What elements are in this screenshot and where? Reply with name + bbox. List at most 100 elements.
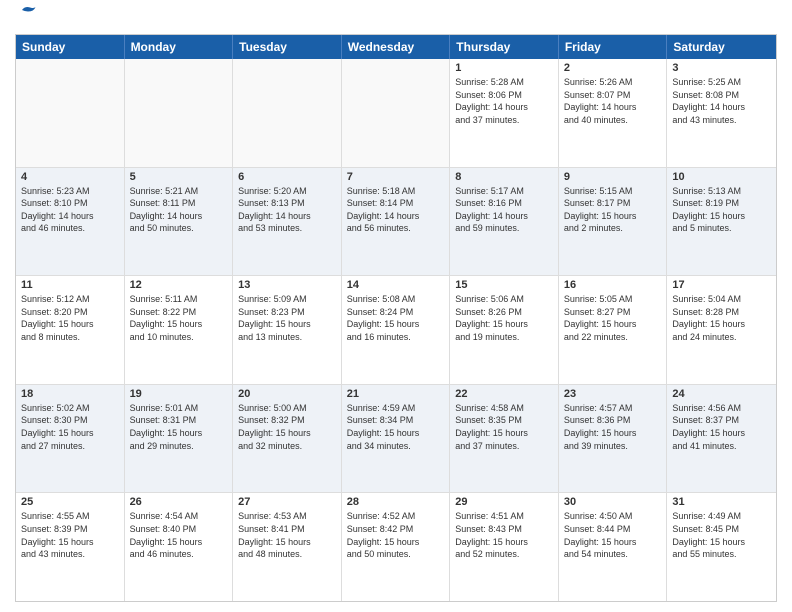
logo-general	[15, 10, 39, 26]
calendar-cell: 26 Sunrise: 4:54 AM Sunset: 8:40 PM Dayli…	[125, 493, 234, 601]
calendar-cell: 14 Sunrise: 5:08 AM Sunset: 8:24 PM Dayli…	[342, 276, 451, 384]
calendar-cell: 16Sunrise: 5:05 AM Sunset: 8:27 PM Dayli…	[559, 276, 668, 384]
weekday-header-thursday: Thursday	[450, 35, 559, 59]
day-info: Sunrise: 4:57 AM Sunset: 8:36 PM Dayligh…	[564, 402, 662, 452]
day-info: Sunrise: 4:50 AM Sunset: 8:44 PM Dayligh…	[564, 510, 662, 560]
page: SundayMondayTuesdayWednesdayThursdayFrid…	[0, 0, 792, 612]
day-number: 30	[564, 496, 662, 508]
logo-bird-icon	[17, 4, 39, 22]
day-number: 1	[455, 62, 553, 74]
calendar-cell: 21 Sunrise: 4:59 AM Sunset: 8:34 PM Dayli…	[342, 385, 451, 493]
day-number: 18	[21, 388, 119, 400]
day-info: Sunrise: 5:23 AM Sunset: 8:10 PM Dayligh…	[21, 185, 119, 235]
calendar-cell	[16, 59, 125, 167]
day-info: Sunrise: 4:53 AM Sunset: 8:41 PM Dayligh…	[238, 510, 336, 560]
day-info: Sunrise: 4:52 AM Sunset: 8:42 PM Dayligh…	[347, 510, 445, 560]
day-number: 17	[672, 279, 771, 291]
day-number: 8	[455, 171, 553, 183]
day-number: 19	[130, 388, 228, 400]
calendar: SundayMondayTuesdayWednesdayThursdayFrid…	[15, 34, 777, 602]
calendar-body: 1 Sunrise: 5:28 AM Sunset: 8:06 PM Daylig…	[16, 59, 776, 601]
calendar-cell: 25 Sunrise: 4:55 AM Sunset: 8:39 PM Dayli…	[16, 493, 125, 601]
day-number: 3	[672, 62, 771, 74]
calendar-cell	[233, 59, 342, 167]
calendar-cell: 27Sunrise: 4:53 AM Sunset: 8:41 PM Dayli…	[233, 493, 342, 601]
calendar-cell: 11 Sunrise: 5:12 AM Sunset: 8:20 PM Dayli…	[16, 276, 125, 384]
day-info: Sunrise: 4:56 AM Sunset: 8:37 PM Dayligh…	[672, 402, 771, 452]
day-number: 10	[672, 171, 771, 183]
day-number: 26	[130, 496, 228, 508]
day-info: Sunrise: 5:15 AM Sunset: 8:17 PM Dayligh…	[564, 185, 662, 235]
day-info: Sunrise: 4:54 AM Sunset: 8:40 PM Dayligh…	[130, 510, 228, 560]
calendar-cell: 23Sunrise: 4:57 AM Sunset: 8:36 PM Dayli…	[559, 385, 668, 493]
logo-text	[15, 10, 39, 26]
logo	[15, 10, 39, 26]
calendar-cell: 3 Sunrise: 5:25 AM Sunset: 8:08 PM Daylig…	[667, 59, 776, 167]
day-number: 4	[21, 171, 119, 183]
day-info: Sunrise: 5:11 AM Sunset: 8:22 PM Dayligh…	[130, 293, 228, 343]
day-info: Sunrise: 5:26 AM Sunset: 8:07 PM Dayligh…	[564, 76, 662, 126]
calendar-cell: 17Sunrise: 5:04 AM Sunset: 8:28 PM Dayli…	[667, 276, 776, 384]
day-number: 24	[672, 388, 771, 400]
calendar-cell: 2 Sunrise: 5:26 AM Sunset: 8:07 PM Daylig…	[559, 59, 668, 167]
day-info: Sunrise: 4:51 AM Sunset: 8:43 PM Dayligh…	[455, 510, 553, 560]
day-number: 21	[347, 388, 445, 400]
day-number: 14	[347, 279, 445, 291]
calendar-cell: 8 Sunrise: 5:17 AM Sunset: 8:16 PM Daylig…	[450, 168, 559, 276]
calendar-cell: 13 Sunrise: 5:09 AM Sunset: 8:23 PM Dayli…	[233, 276, 342, 384]
day-info: Sunrise: 5:21 AM Sunset: 8:11 PM Dayligh…	[130, 185, 228, 235]
day-info: Sunrise: 5:13 AM Sunset: 8:19 PM Dayligh…	[672, 185, 771, 235]
day-info: Sunrise: 5:17 AM Sunset: 8:16 PM Dayligh…	[455, 185, 553, 235]
day-number: 2	[564, 62, 662, 74]
day-number: 31	[672, 496, 771, 508]
calendar-cell: 22 Sunrise: 4:58 AM Sunset: 8:35 PM Dayli…	[450, 385, 559, 493]
day-info: Sunrise: 5:02 AM Sunset: 8:30 PM Dayligh…	[21, 402, 119, 452]
day-info: Sunrise: 4:55 AM Sunset: 8:39 PM Dayligh…	[21, 510, 119, 560]
day-number: 25	[21, 496, 119, 508]
day-info: Sunrise: 5:12 AM Sunset: 8:20 PM Dayligh…	[21, 293, 119, 343]
calendar-cell: 20Sunrise: 5:00 AM Sunset: 8:32 PM Dayli…	[233, 385, 342, 493]
calendar-cell: 9Sunrise: 5:15 AM Sunset: 8:17 PM Daylig…	[559, 168, 668, 276]
day-info: Sunrise: 5:09 AM Sunset: 8:23 PM Dayligh…	[238, 293, 336, 343]
header	[15, 10, 777, 26]
day-info: Sunrise: 5:08 AM Sunset: 8:24 PM Dayligh…	[347, 293, 445, 343]
calendar-cell	[125, 59, 234, 167]
calendar-cell: 1 Sunrise: 5:28 AM Sunset: 8:06 PM Daylig…	[450, 59, 559, 167]
day-number: 11	[21, 279, 119, 291]
calendar-cell: 30 Sunrise: 4:50 AM Sunset: 8:44 PM Dayli…	[559, 493, 668, 601]
weekday-header-monday: Monday	[125, 35, 234, 59]
day-info: Sunrise: 4:58 AM Sunset: 8:35 PM Dayligh…	[455, 402, 553, 452]
calendar-cell: 7Sunrise: 5:18 AM Sunset: 8:14 PM Daylig…	[342, 168, 451, 276]
calendar-cell: 19Sunrise: 5:01 AM Sunset: 8:31 PM Dayli…	[125, 385, 234, 493]
calendar-cell: 15 Sunrise: 5:06 AM Sunset: 8:26 PM Dayli…	[450, 276, 559, 384]
calendar-week-4: 18 Sunrise: 5:02 AM Sunset: 8:30 PM Dayli…	[16, 385, 776, 494]
day-number: 6	[238, 171, 336, 183]
day-info: Sunrise: 5:06 AM Sunset: 8:26 PM Dayligh…	[455, 293, 553, 343]
calendar-cell: 29Sunrise: 4:51 AM Sunset: 8:43 PM Dayli…	[450, 493, 559, 601]
day-info: Sunrise: 4:59 AM Sunset: 8:34 PM Dayligh…	[347, 402, 445, 452]
day-info: Sunrise: 5:28 AM Sunset: 8:06 PM Dayligh…	[455, 76, 553, 126]
calendar-week-1: 1 Sunrise: 5:28 AM Sunset: 8:06 PM Daylig…	[16, 59, 776, 168]
calendar-header: SundayMondayTuesdayWednesdayThursdayFrid…	[16, 35, 776, 59]
calendar-cell: 18 Sunrise: 5:02 AM Sunset: 8:30 PM Dayli…	[16, 385, 125, 493]
weekday-header-sunday: Sunday	[16, 35, 125, 59]
day-info: Sunrise: 5:00 AM Sunset: 8:32 PM Dayligh…	[238, 402, 336, 452]
weekday-header-wednesday: Wednesday	[342, 35, 451, 59]
day-info: Sunrise: 5:05 AM Sunset: 8:27 PM Dayligh…	[564, 293, 662, 343]
day-number: 15	[455, 279, 553, 291]
calendar-cell: 5 Sunrise: 5:21 AM Sunset: 8:11 PM Daylig…	[125, 168, 234, 276]
day-number: 28	[347, 496, 445, 508]
calendar-cell: 28 Sunrise: 4:52 AM Sunset: 8:42 PM Dayli…	[342, 493, 451, 601]
calendar-week-5: 25 Sunrise: 4:55 AM Sunset: 8:39 PM Dayli…	[16, 493, 776, 601]
day-info: Sunrise: 5:25 AM Sunset: 8:08 PM Dayligh…	[672, 76, 771, 126]
day-number: 13	[238, 279, 336, 291]
calendar-week-2: 4 Sunrise: 5:23 AM Sunset: 8:10 PM Daylig…	[16, 168, 776, 277]
calendar-cell: 12Sunrise: 5:11 AM Sunset: 8:22 PM Dayli…	[125, 276, 234, 384]
day-info: Sunrise: 4:49 AM Sunset: 8:45 PM Dayligh…	[672, 510, 771, 560]
calendar-cell: 6Sunrise: 5:20 AM Sunset: 8:13 PM Daylig…	[233, 168, 342, 276]
day-number: 5	[130, 171, 228, 183]
calendar-cell: 31 Sunrise: 4:49 AM Sunset: 8:45 PM Dayli…	[667, 493, 776, 601]
day-number: 22	[455, 388, 553, 400]
weekday-header-saturday: Saturday	[667, 35, 776, 59]
calendar-week-3: 11 Sunrise: 5:12 AM Sunset: 8:20 PM Dayli…	[16, 276, 776, 385]
